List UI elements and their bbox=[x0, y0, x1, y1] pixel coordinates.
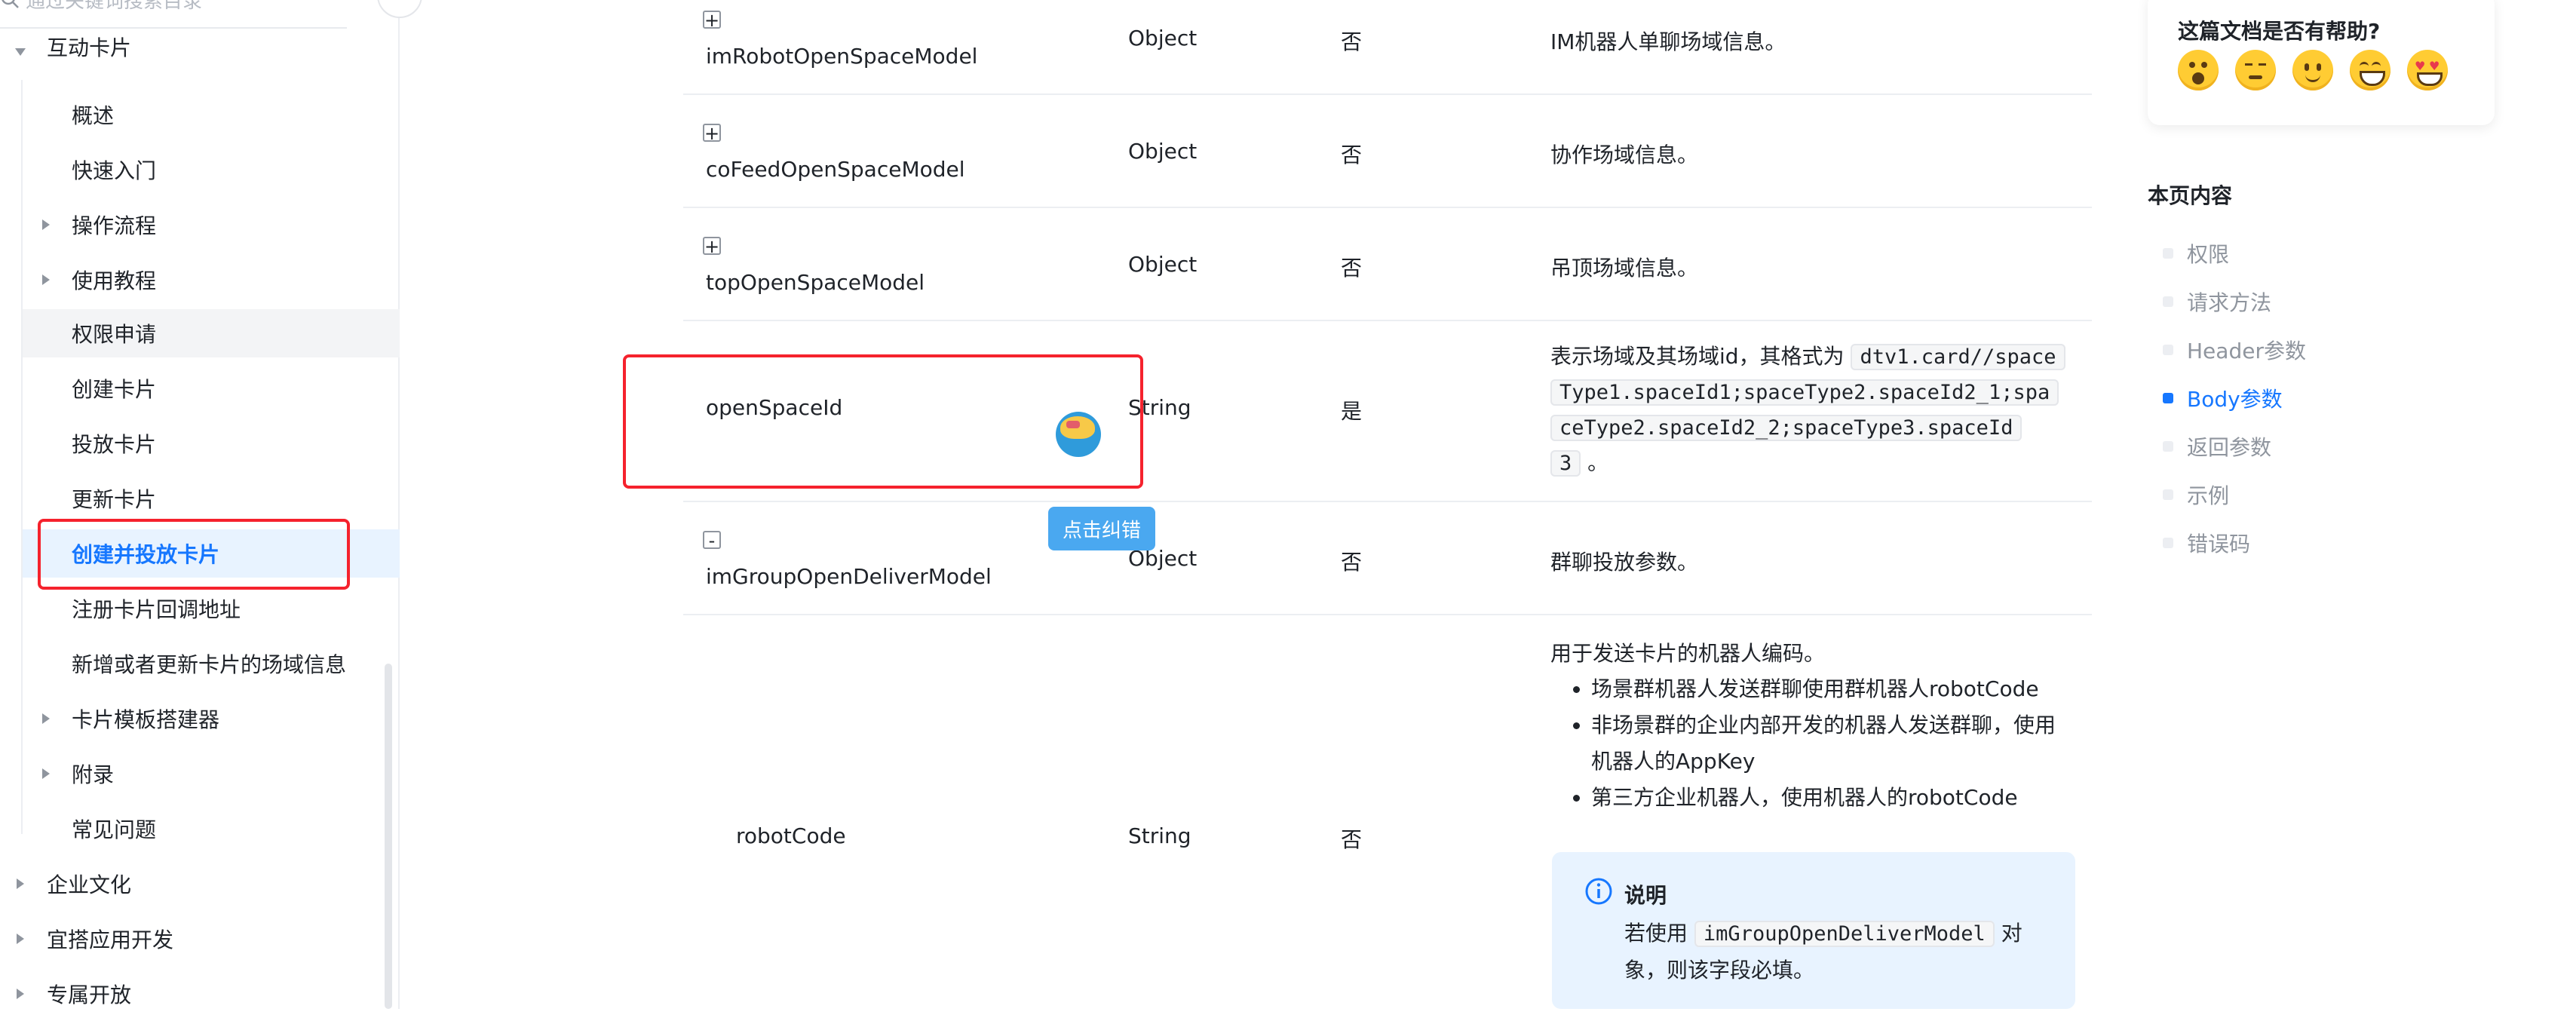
param-type: Object bbox=[1128, 26, 1198, 51]
sidebar-item-yida[interactable]: 宜搭应用开发 bbox=[0, 915, 394, 963]
sidebar-item-appendix[interactable]: 附录 bbox=[0, 750, 394, 798]
bullet-icon bbox=[2163, 393, 2173, 403]
note-callout: 说明 若使用 imGroupOpenDeliverModel 对 象，则该字段必… bbox=[1552, 852, 2075, 1009]
toc-item-examples[interactable]: 示例 bbox=[2163, 480, 2229, 510]
highlight-box-sidebar bbox=[38, 519, 350, 590]
param-name: coFeedOpenSpaceModel bbox=[706, 157, 965, 182]
sidebar: 通过关键词搜索目录 互动卡片 概述 快速入门 操作流程 使用教程 权限申请 创建… bbox=[0, 0, 400, 1009]
sidebar-item-culture[interactable]: 企业文化 bbox=[0, 860, 394, 908]
toc-item-permission[interactable]: 权限 bbox=[2163, 238, 2229, 268]
param-type: Object bbox=[1128, 139, 1198, 164]
good-emoji-icon[interactable] bbox=[2350, 50, 2390, 90]
feedback-title: 这篇文档是否有帮助? bbox=[2178, 19, 2381, 44]
param-desc: 用于发送卡片的机器人编码。 场景群机器人发送群聊使用群机器人robotCode … bbox=[1550, 636, 2093, 816]
bullet-icon bbox=[2163, 248, 2173, 259]
inline-code: ceType2.spaceId2_2;spaceType3.spaceId bbox=[1550, 415, 2022, 441]
param-type: Object bbox=[1128, 252, 1198, 277]
toc-title: 本页内容 bbox=[2148, 183, 2233, 208]
bullet-icon bbox=[2163, 538, 2173, 548]
chevron-right-icon bbox=[42, 274, 50, 285]
toc-item-request-method[interactable]: 请求方法 bbox=[2163, 287, 2271, 317]
note-body: 若使用 imGroupOpenDeliverModel 对 象，则该字段必填。 bbox=[1624, 921, 2022, 983]
sidebar-item-exclusive[interactable]: 专属开放 bbox=[0, 970, 394, 1018]
chevron-down-icon bbox=[15, 48, 26, 56]
list-item: 非场景群的企业内部开发的机器人发送群聊，使用机器人的AppKey bbox=[1591, 707, 2093, 780]
param-required: 否 bbox=[1341, 827, 1363, 852]
table-row: + imRobotOpenSpaceModel Object 否 IM机器人单聊… bbox=[683, 0, 2092, 95]
param-required: 否 bbox=[1341, 256, 1363, 281]
info-icon bbox=[1585, 878, 1612, 905]
param-desc: 协作场域信息。 bbox=[1550, 143, 1699, 167]
very-bad-emoji-icon[interactable] bbox=[2178, 50, 2219, 90]
inline-code: imGroupOpenDeliverModel bbox=[1694, 921, 1995, 947]
bullet-icon bbox=[2163, 345, 2173, 355]
sidebar-item-create-card[interactable]: 创建卡片 bbox=[0, 364, 394, 412]
chevron-right-icon bbox=[17, 878, 24, 889]
param-required: 否 bbox=[1341, 29, 1363, 54]
list-item: 第三方企业机器人，使用机器人的robotCode bbox=[1591, 780, 2093, 816]
list-item: 场景群机器人发送群聊使用群机器人robotCode bbox=[1591, 671, 2093, 707]
sidebar-item-overview[interactable]: 概述 bbox=[0, 90, 394, 139]
sidebar-search[interactable]: 通过关键词搜索目录 bbox=[0, 0, 347, 29]
param-desc: 吊顶场域信息。 bbox=[1550, 256, 1699, 281]
param-desc: 群聊投放参数。 bbox=[1550, 550, 1699, 575]
sidebar-item-deliver-card[interactable]: 投放卡片 bbox=[0, 419, 394, 468]
search-icon bbox=[2, 0, 19, 8]
toc-item-header-params[interactable]: Header参数 bbox=[2163, 335, 2306, 365]
chevron-right-icon bbox=[17, 934, 24, 944]
bad-emoji-icon[interactable] bbox=[2235, 50, 2276, 90]
param-type: String bbox=[1128, 823, 1191, 848]
sidebar-item-tutorial[interactable]: 使用教程 bbox=[0, 256, 394, 304]
expand-toggle[interactable]: + bbox=[703, 237, 721, 256]
bullet-icon bbox=[2163, 441, 2173, 452]
sidebar-scrollbar[interactable] bbox=[385, 664, 392, 1009]
toc-item-response-params[interactable]: 返回参数 bbox=[2163, 431, 2271, 461]
feedback-card: 这篇文档是否有帮助? ♥ ♥ bbox=[2148, 0, 2495, 125]
bug-report-mascot-icon[interactable] bbox=[1056, 412, 1101, 457]
chevron-right-icon bbox=[42, 713, 50, 724]
param-name: imGroupOpenDeliverModel bbox=[706, 564, 992, 589]
table-row: + topOpenSpaceModel Object 否 吊顶场域信息。 bbox=[683, 207, 2092, 321]
param-desc: IM机器人单聊场域信息。 bbox=[1550, 29, 1786, 54]
bullet-icon bbox=[2163, 489, 2173, 500]
sidebar-item-faq[interactable]: 常见问题 bbox=[0, 805, 394, 853]
toc-item-error-codes[interactable]: 错误码 bbox=[2163, 528, 2250, 558]
report-error-button[interactable]: 点击纠错 bbox=[1048, 507, 1155, 550]
sidebar-item-space-info[interactable]: 新增或者更新卡片的场域信息 bbox=[0, 639, 394, 688]
bullet-icon bbox=[2163, 296, 2173, 307]
sidebar-item-process[interactable]: 操作流程 bbox=[0, 201, 394, 249]
inline-code: 3 bbox=[1550, 450, 1581, 477]
param-name: imRobotOpenSpaceModel bbox=[706, 44, 978, 69]
param-name: topOpenSpaceModel bbox=[706, 270, 925, 295]
toc-item-body-params[interactable]: Body参数 bbox=[2163, 383, 2283, 413]
sidebar-item-quickstart[interactable]: 快速入门 bbox=[0, 146, 394, 194]
param-name: robotCode bbox=[736, 823, 846, 848]
love-emoji-icon[interactable]: ♥ ♥ bbox=[2407, 50, 2448, 90]
table-row: - imGroupOpenDeliverModel Object 否 群聊投放参… bbox=[683, 501, 2092, 615]
param-required: 否 bbox=[1341, 550, 1363, 575]
expand-toggle[interactable]: + bbox=[703, 11, 721, 29]
neutral-emoji-icon[interactable] bbox=[2292, 50, 2333, 90]
expand-toggle[interactable]: + bbox=[703, 124, 721, 143]
sidebar-section-label: 互动卡片 bbox=[47, 35, 132, 60]
param-required: 是 bbox=[1341, 399, 1363, 424]
sidebar-item-permission[interactable]: 权限申请 bbox=[23, 309, 400, 357]
collapse-toggle[interactable]: - bbox=[703, 531, 721, 550]
table-row: + coFeedOpenSpaceModel Object 否 协作场域信息。 bbox=[683, 94, 2092, 208]
note-title: 说明 bbox=[1624, 883, 1667, 908]
param-required: 否 bbox=[1341, 143, 1363, 167]
param-desc: 表示场域及其场域id，其格式为 dtv1.card//space Type1.s… bbox=[1550, 339, 2093, 481]
sidebar-section-interactive-card[interactable]: 互动卡片 bbox=[0, 35, 394, 66]
sidebar-item-update-card[interactable]: 更新卡片 bbox=[0, 474, 394, 523]
sidebar-item-template-builder[interactable]: 卡片模板搭建器 bbox=[0, 694, 394, 743]
chevron-right-icon bbox=[17, 989, 24, 999]
bullet-list: 场景群机器人发送群聊使用群机器人robotCode 非场景群的企业内部开发的机器… bbox=[1550, 671, 2093, 816]
sidebar-item-register-callback[interactable]: 注册卡片回调地址 bbox=[0, 584, 394, 633]
search-placeholder[interactable]: 通过关键词搜索目录 bbox=[26, 0, 202, 14]
chevron-right-icon bbox=[42, 768, 50, 779]
chevron-right-icon bbox=[42, 219, 50, 230]
inline-code: dtv1.card//space bbox=[1851, 344, 2065, 370]
inline-code: Type1.spaceId1;spaceType2.spaceId2_1;spa bbox=[1550, 379, 2059, 406]
